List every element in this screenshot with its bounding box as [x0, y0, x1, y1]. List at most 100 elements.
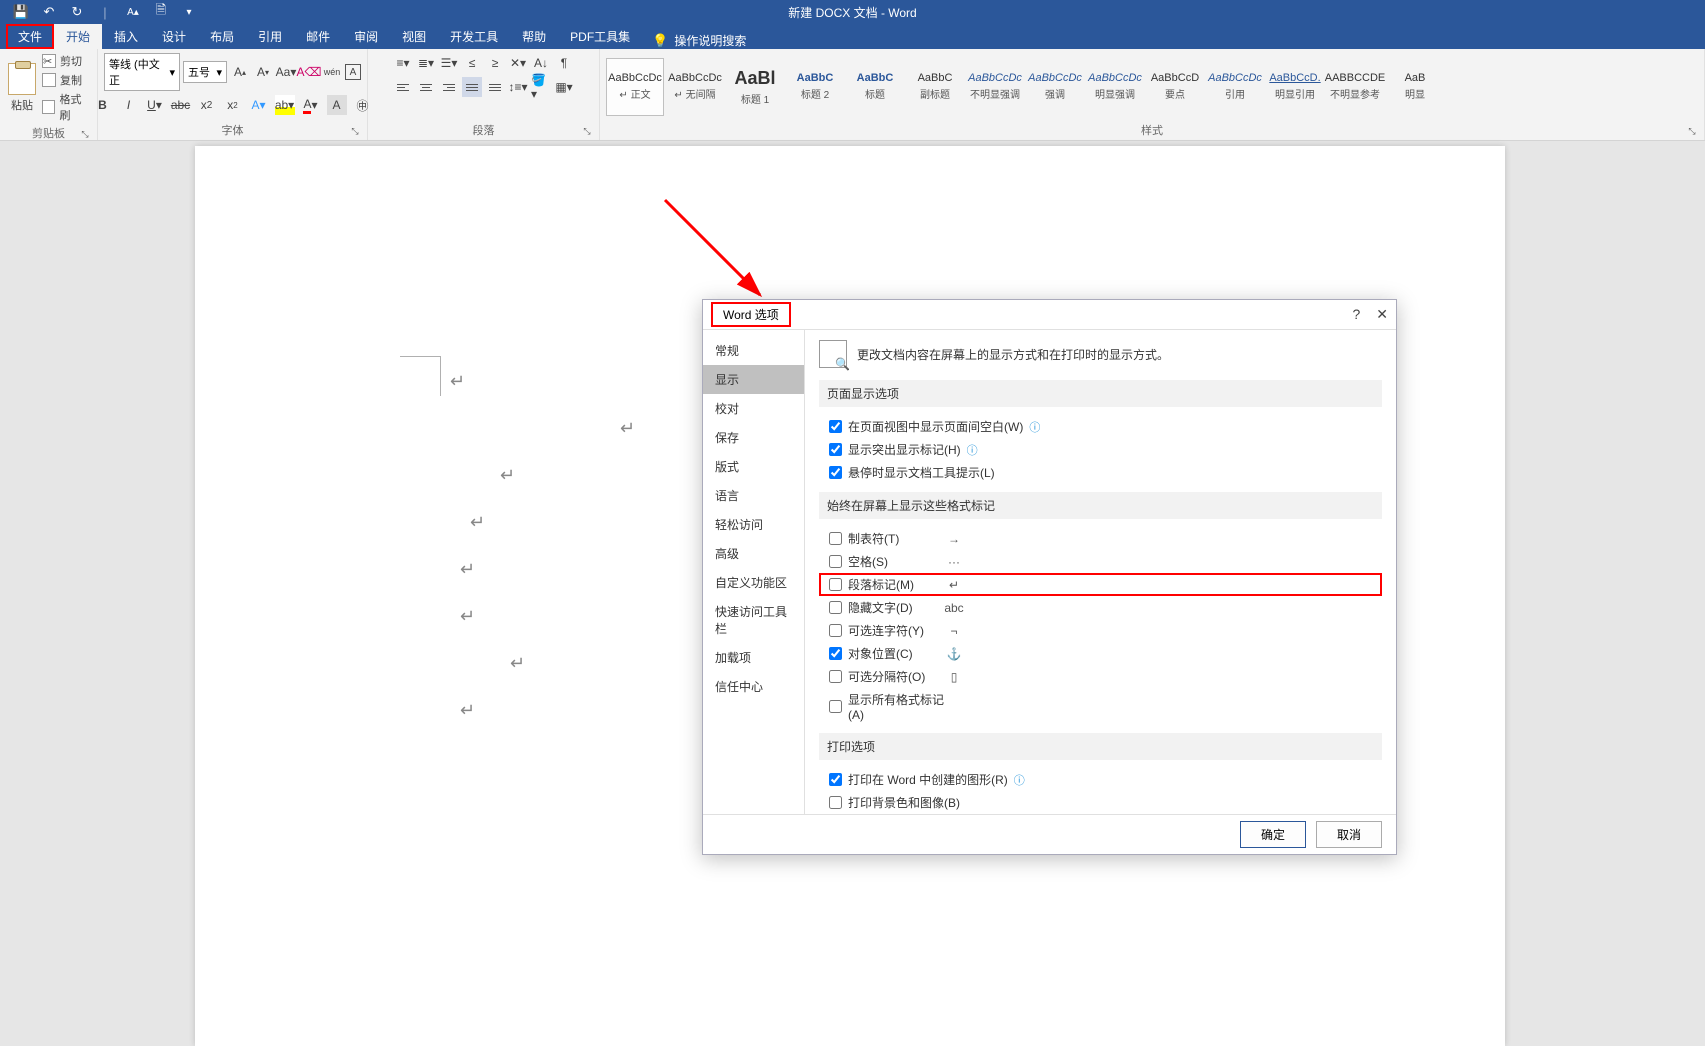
grow-font-button[interactable]: A▴ — [230, 62, 250, 82]
dialog-nav-item[interactable]: 快速访问工具栏 — [703, 597, 804, 643]
option-checkbox[interactable] — [829, 555, 842, 568]
info-icon[interactable]: ⓘ — [1014, 772, 1025, 788]
character-shading-button[interactable]: A — [327, 95, 347, 115]
borders-button[interactable]: ▦▾ — [554, 77, 574, 97]
option-checkbox[interactable] — [829, 420, 842, 433]
font-launcher-icon[interactable]: ⤡ — [349, 126, 361, 138]
tab-help[interactable]: 帮助 — [510, 24, 558, 49]
tab-layout[interactable]: 布局 — [198, 24, 246, 49]
dialog-nav-item[interactable]: 常规 — [703, 336, 804, 365]
close-icon[interactable]: ✕ — [1376, 306, 1388, 323]
dialog-nav-item[interactable]: 语言 — [703, 481, 804, 510]
tab-pdf[interactable]: PDF工具集 — [558, 24, 642, 49]
info-icon[interactable]: ⓘ — [1029, 419, 1040, 435]
dialog-nav-item[interactable]: 校对 — [703, 394, 804, 423]
phonetic-guide-button[interactable]: wén — [322, 62, 342, 82]
style-item[interactable]: AaBbCcDc↵ 无间隔 — [666, 58, 724, 116]
option-checkbox[interactable] — [829, 670, 842, 683]
shrink-font-button[interactable]: A▾ — [253, 62, 273, 82]
style-item[interactable]: AABBCCDE不明显参考 — [1326, 58, 1384, 116]
qat-more-icon[interactable]: ▾ — [180, 3, 198, 21]
dialog-nav-item[interactable]: 保存 — [703, 423, 804, 452]
tab-file[interactable]: 文件 — [6, 24, 54, 49]
clear-formatting-button[interactable]: A⌫ — [299, 62, 319, 82]
style-item[interactable]: AaBbCcD.明显引用 — [1266, 58, 1324, 116]
underline-button[interactable]: U▾ — [145, 95, 165, 115]
save-icon[interactable]: 💾 — [12, 3, 30, 21]
font-grow-icon[interactable]: A▴ — [124, 3, 142, 21]
option-checkbox[interactable] — [829, 773, 842, 786]
increase-indent-button[interactable]: ≥ — [485, 53, 505, 73]
text-effects-button[interactable]: A▾ — [249, 95, 269, 115]
style-item[interactable]: AaB明显 — [1386, 58, 1444, 116]
multilevel-list-button[interactable]: ☰▾ — [439, 53, 459, 73]
tab-mailings[interactable]: 邮件 — [294, 24, 342, 49]
highlight-button[interactable]: ab▾ — [275, 95, 295, 115]
distribute-button[interactable] — [485, 77, 505, 97]
sort-button[interactable]: A↓ — [531, 53, 551, 73]
dialog-nav-item[interactable]: 加载项 — [703, 643, 804, 672]
dialog-nav-item[interactable]: 信任中心 — [703, 672, 804, 701]
font-color-button[interactable]: A▾ — [301, 95, 321, 115]
tab-review[interactable]: 审阅 — [342, 24, 390, 49]
bullets-button[interactable]: ≡▾ — [393, 53, 413, 73]
style-item[interactable]: AaBbCcDc引用 — [1206, 58, 1264, 116]
asian-layout-button[interactable]: ✕▾ — [508, 53, 528, 73]
tab-references[interactable]: 引用 — [246, 24, 294, 49]
tab-view[interactable]: 视图 — [390, 24, 438, 49]
shading-button[interactable]: 🪣▾ — [531, 77, 551, 97]
bold-button[interactable]: B — [93, 95, 113, 115]
style-item[interactable]: AaBbCcD要点 — [1146, 58, 1204, 116]
option-checkbox[interactable] — [829, 700, 842, 713]
ok-button[interactable]: 确定 — [1240, 821, 1306, 848]
tab-developer[interactable]: 开发工具 — [438, 24, 510, 49]
redo-icon[interactable]: ↻ — [68, 3, 86, 21]
option-checkbox[interactable] — [829, 578, 842, 591]
align-right-button[interactable] — [439, 77, 459, 97]
styles-launcher-icon[interactable]: ⤡ — [1686, 126, 1698, 138]
decrease-indent-button[interactable]: ≤ — [462, 53, 482, 73]
style-item[interactable]: AaBl标题 1 — [726, 58, 784, 116]
dialog-nav-item[interactable]: 自定义功能区 — [703, 568, 804, 597]
dialog-nav-item[interactable]: 高级 — [703, 539, 804, 568]
option-checkbox[interactable] — [829, 443, 842, 456]
info-icon[interactable]: ⓘ — [967, 442, 978, 458]
style-item[interactable]: AaBbC标题 2 — [786, 58, 844, 116]
tell-me-search[interactable]: 💡 操作说明搜索 — [652, 32, 746, 49]
option-checkbox[interactable] — [829, 466, 842, 479]
option-checkbox[interactable] — [829, 796, 842, 809]
dialog-nav-item[interactable]: 版式 — [703, 452, 804, 481]
line-spacing-button[interactable]: ↕≡▾ — [508, 77, 528, 97]
option-checkbox[interactable] — [829, 647, 842, 660]
style-item[interactable]: AaBbCcDc强调 — [1026, 58, 1084, 116]
cancel-button[interactable]: 取消 — [1316, 821, 1382, 848]
tab-insert[interactable]: 插入 — [102, 24, 150, 49]
style-item[interactable]: AaBbCcDc明显强调 — [1086, 58, 1144, 116]
cut-button[interactable]: ✂剪切 — [42, 53, 91, 69]
tab-home[interactable]: 开始 — [54, 24, 102, 49]
paste-button[interactable]: 粘贴 — [6, 61, 38, 115]
justify-button[interactable] — [462, 77, 482, 97]
copy-button[interactable]: 复制 — [42, 72, 91, 88]
superscript-button[interactable]: x2 — [223, 95, 243, 115]
option-checkbox[interactable] — [829, 601, 842, 614]
dialog-nav-item[interactable]: 显示 — [703, 365, 804, 394]
font-name-combo[interactable]: 等线 (中文正▾ — [104, 53, 180, 91]
align-center-button[interactable] — [416, 77, 436, 97]
style-item[interactable]: AaBbC标题 — [846, 58, 904, 116]
style-item[interactable]: AaBbC副标题 — [906, 58, 964, 116]
style-item[interactable]: AaBbCcDc↵ 正文 — [606, 58, 664, 116]
help-icon[interactable]: ? — [1352, 306, 1360, 323]
style-item[interactable]: AaBbCcDc不明显强调 — [966, 58, 1024, 116]
italic-button[interactable]: I — [119, 95, 139, 115]
format-painter-button[interactable]: 格式刷 — [42, 91, 91, 123]
align-left-button[interactable] — [393, 77, 413, 97]
subscript-button[interactable]: x2 — [197, 95, 217, 115]
change-case-button[interactable]: Aa▾ — [276, 62, 296, 82]
option-checkbox[interactable] — [829, 532, 842, 545]
dialog-nav-item[interactable]: 轻松访问 — [703, 510, 804, 539]
character-border-button[interactable]: A — [345, 64, 361, 80]
option-checkbox[interactable] — [829, 624, 842, 637]
print-preview-icon[interactable]: 🗎 — [152, 3, 170, 21]
paragraph-launcher-icon[interactable]: ⤡ — [581, 126, 593, 138]
